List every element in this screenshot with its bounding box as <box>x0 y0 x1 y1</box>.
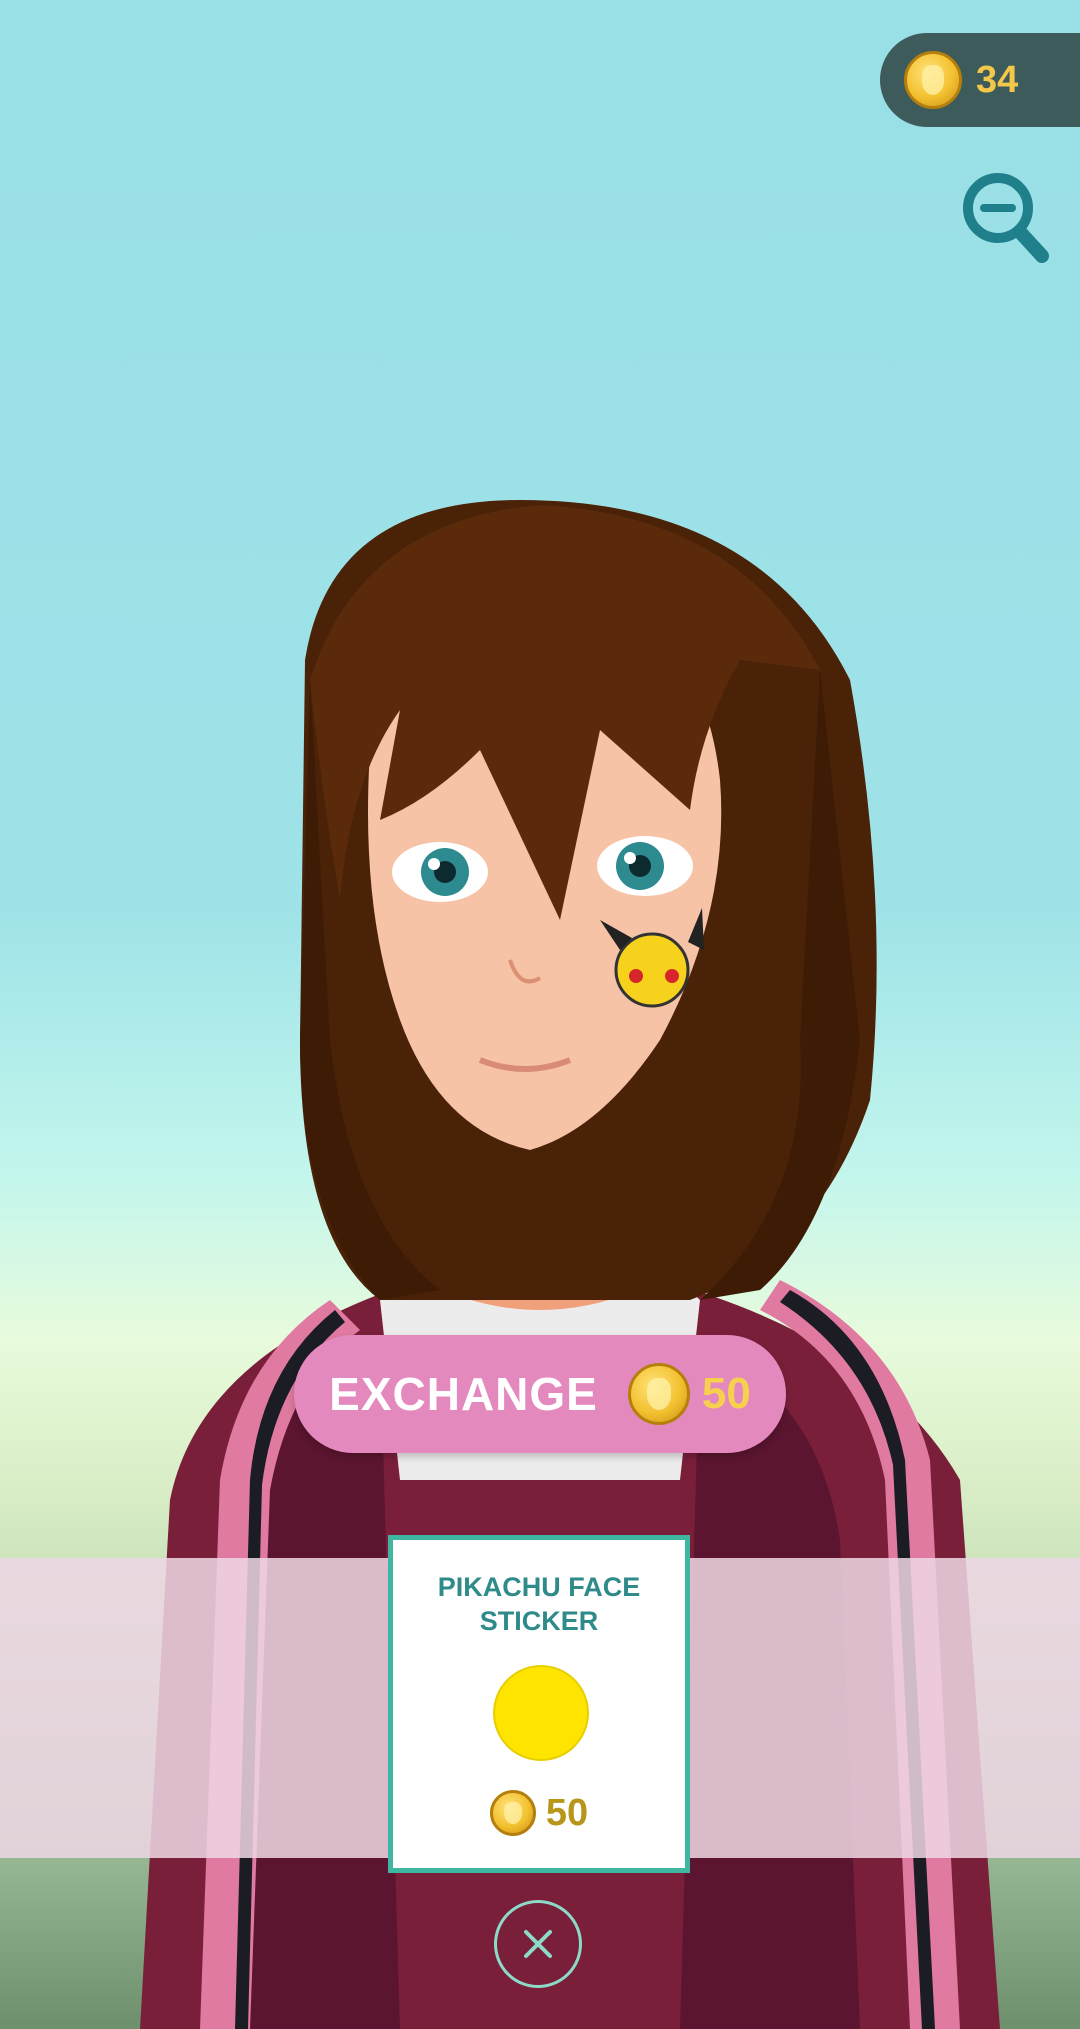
pokecoin-icon <box>627 1363 690 1425</box>
close-button[interactable] <box>494 1900 582 1988</box>
item-color-swatch <box>493 1665 589 1761</box>
exchange-button[interactable]: EXCHANGE 50 <box>294 1335 786 1453</box>
pokecoin-icon <box>904 51 962 109</box>
zoom-out-icon <box>963 173 1049 263</box>
close-icon <box>524 1930 552 1958</box>
item-price: 50 <box>545 1791 589 1834</box>
coin-balance-pill: 34 <box>880 33 1080 127</box>
item-card-selected[interactable]: PIKACHU FACE STICKER 50 <box>388 1535 690 1873</box>
exchange-price: 50 <box>701 1369 751 1418</box>
exchange-label: EXCHANGE <box>329 1368 598 1420</box>
coin-balance-value: 34 <box>976 58 1019 101</box>
item-price-row: 50 <box>393 1790 685 1836</box>
pokecoin-icon <box>489 1790 536 1836</box>
item-name: PIKACHU FACE STICKER <box>437 1572 641 1636</box>
zoom-out-button[interactable] <box>960 170 1050 270</box>
